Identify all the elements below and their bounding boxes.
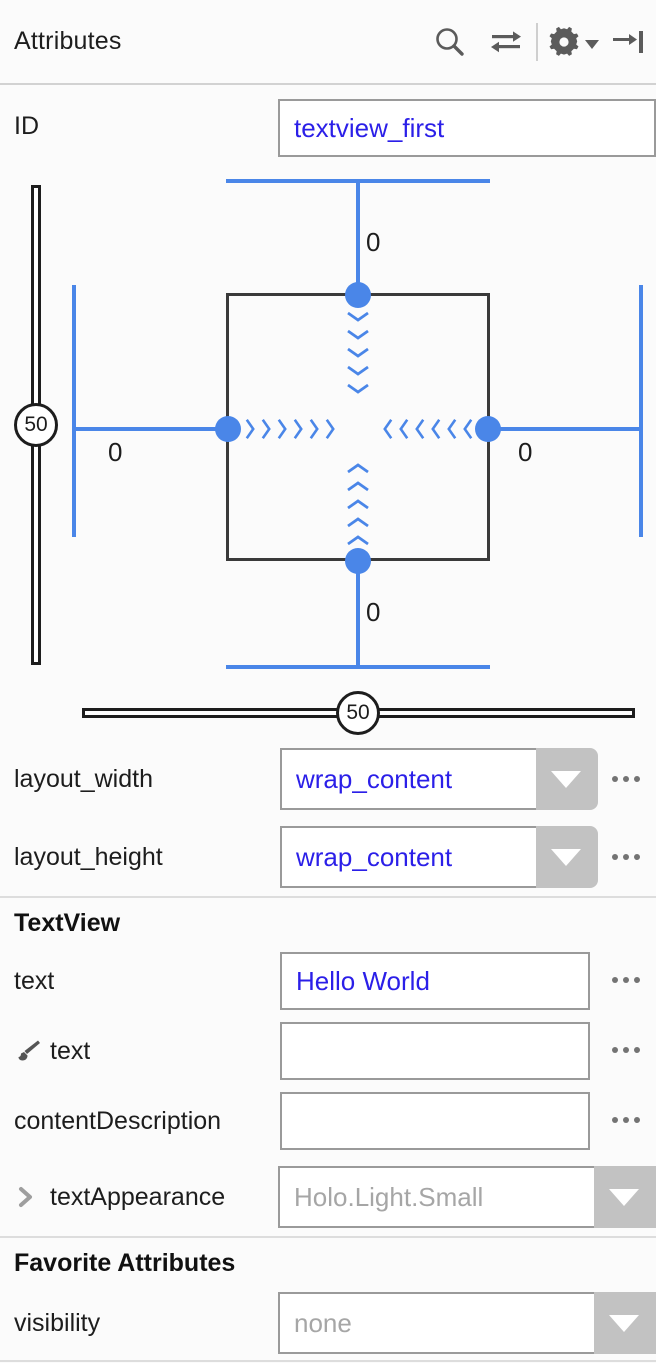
expander-chevron-icon[interactable] (14, 1183, 42, 1211)
constraint-margin-bottom[interactable]: 0 (366, 597, 380, 628)
dot (612, 1047, 618, 1053)
vertical-bias-slider-thumb[interactable]: 50 (14, 403, 58, 447)
dot (623, 776, 629, 782)
design-text-input[interactable] (280, 1022, 590, 1080)
section-header-favorites: Favorite Attributes (14, 1249, 236, 1277)
width-wrap-content-indicator-right[interactable] (382, 411, 474, 447)
dot (634, 854, 640, 860)
layout-width-combo[interactable]: wrap_content (280, 748, 598, 810)
visibility-label: visibility (14, 1308, 101, 1337)
swap-arrows-icon[interactable] (478, 14, 534, 70)
visibility-combo-text[interactable]: none (278, 1292, 594, 1354)
dot (612, 977, 618, 983)
panel-title: Attributes (14, 27, 122, 55)
section-divider-favorites (0, 1236, 656, 1238)
layout-height-combo-text[interactable]: wrap_content (280, 826, 536, 888)
layout-width-dropdown-arrow[interactable] (536, 748, 598, 810)
text-more-button[interactable] (604, 958, 648, 1002)
horizontal-bias-slider-thumb[interactable]: 50 (336, 691, 380, 735)
text-input[interactable]: Hello World (280, 952, 590, 1010)
section-divider-textview (0, 896, 656, 898)
attributes-panel-titlebar: Attributes (0, 0, 656, 85)
vertical-bias-value: 50 (24, 413, 48, 436)
text-appearance-dropdown-arrow[interactable] (594, 1166, 656, 1228)
dot (612, 854, 618, 860)
id-input-value: textview_first (294, 112, 445, 143)
layout-width-more-button[interactable] (604, 757, 648, 801)
dot (612, 1117, 618, 1123)
panel-toolbar (422, 14, 656, 70)
layout-height-combo[interactable]: wrap_content (280, 826, 598, 888)
id-label: ID (14, 111, 39, 140)
id-input[interactable]: textview_first (278, 99, 656, 157)
content-description-more-button[interactable] (604, 1098, 648, 1142)
anchor-top[interactable] (345, 282, 371, 308)
content-description-label: contentDescription (14, 1106, 222, 1135)
dot (623, 1117, 629, 1123)
layout-height-more-button[interactable] (604, 835, 648, 879)
anchor-bottom[interactable] (345, 548, 371, 574)
text-appearance-combo[interactable]: Holo.Light.Small (278, 1166, 656, 1228)
dot (623, 854, 629, 860)
height-wrap-content-indicator-lower[interactable] (334, 461, 382, 547)
text-appearance-label: textAppearance (50, 1182, 226, 1211)
anchor-left[interactable] (215, 416, 241, 442)
toolbar-divider (536, 22, 538, 61)
constraint-top-link (356, 179, 360, 299)
collapse-panel-icon[interactable] (606, 14, 650, 70)
horizontal-bias-value: 50 (346, 701, 370, 724)
triangle-down-icon (551, 848, 581, 866)
search-icon[interactable] (422, 14, 478, 70)
text-label: text (14, 966, 55, 995)
visibility-value: none (294, 1307, 352, 1338)
dot (634, 977, 640, 983)
dot (623, 977, 629, 983)
constraint-right-link (488, 427, 643, 431)
triangle-down-icon (551, 770, 581, 788)
layout-height-dropdown-arrow[interactable] (536, 826, 598, 888)
triangle-down-icon (609, 1314, 639, 1332)
text-appearance-value: Holo.Light.Small (294, 1181, 484, 1212)
bottom-divider (0, 1360, 656, 1362)
dot (634, 1047, 640, 1053)
layout-height-label: layout_height (14, 842, 163, 871)
height-wrap-content-indicator[interactable] (334, 309, 382, 395)
constraint-right-guideline (639, 285, 643, 537)
layout-width-combo-text[interactable]: wrap_content (280, 748, 536, 810)
layout-width-label: layout_width (14, 764, 153, 793)
constraint-left-link (72, 427, 228, 431)
width-wrap-content-indicator-left[interactable] (244, 411, 336, 447)
constraint-margin-top[interactable]: 0 (366, 227, 380, 258)
design-text-label: text (50, 1036, 91, 1065)
constraint-margin-left[interactable]: 0 (108, 437, 122, 468)
paintbrush-icon (14, 1037, 42, 1065)
text-input-value: Hello World (296, 965, 430, 996)
dot (634, 1117, 640, 1123)
dot (623, 1047, 629, 1053)
constraint-widget[interactable]: 0 0 0 0 50 50 (0, 165, 656, 735)
section-header-textview: TextView (14, 909, 121, 937)
visibility-dropdown-arrow[interactable] (594, 1292, 656, 1354)
visibility-combo[interactable]: none (278, 1292, 656, 1354)
design-text-more-button[interactable] (604, 1028, 648, 1072)
anchor-right[interactable] (475, 416, 501, 442)
constraint-margin-right[interactable]: 0 (518, 437, 532, 468)
settings-menu-button[interactable] (540, 14, 606, 70)
layout-width-value: wrap_content (296, 763, 453, 794)
chevron-down-icon (585, 40, 599, 49)
text-appearance-combo-text[interactable]: Holo.Light.Small (278, 1166, 594, 1228)
constraint-bottom-parent-edge (226, 665, 490, 669)
layout-height-value: wrap_content (296, 841, 453, 872)
dot (634, 776, 640, 782)
content-description-input[interactable] (280, 1092, 590, 1150)
constraint-left-guideline (72, 285, 76, 537)
triangle-down-icon (609, 1188, 639, 1206)
gear-icon (549, 26, 579, 56)
dot (612, 776, 618, 782)
